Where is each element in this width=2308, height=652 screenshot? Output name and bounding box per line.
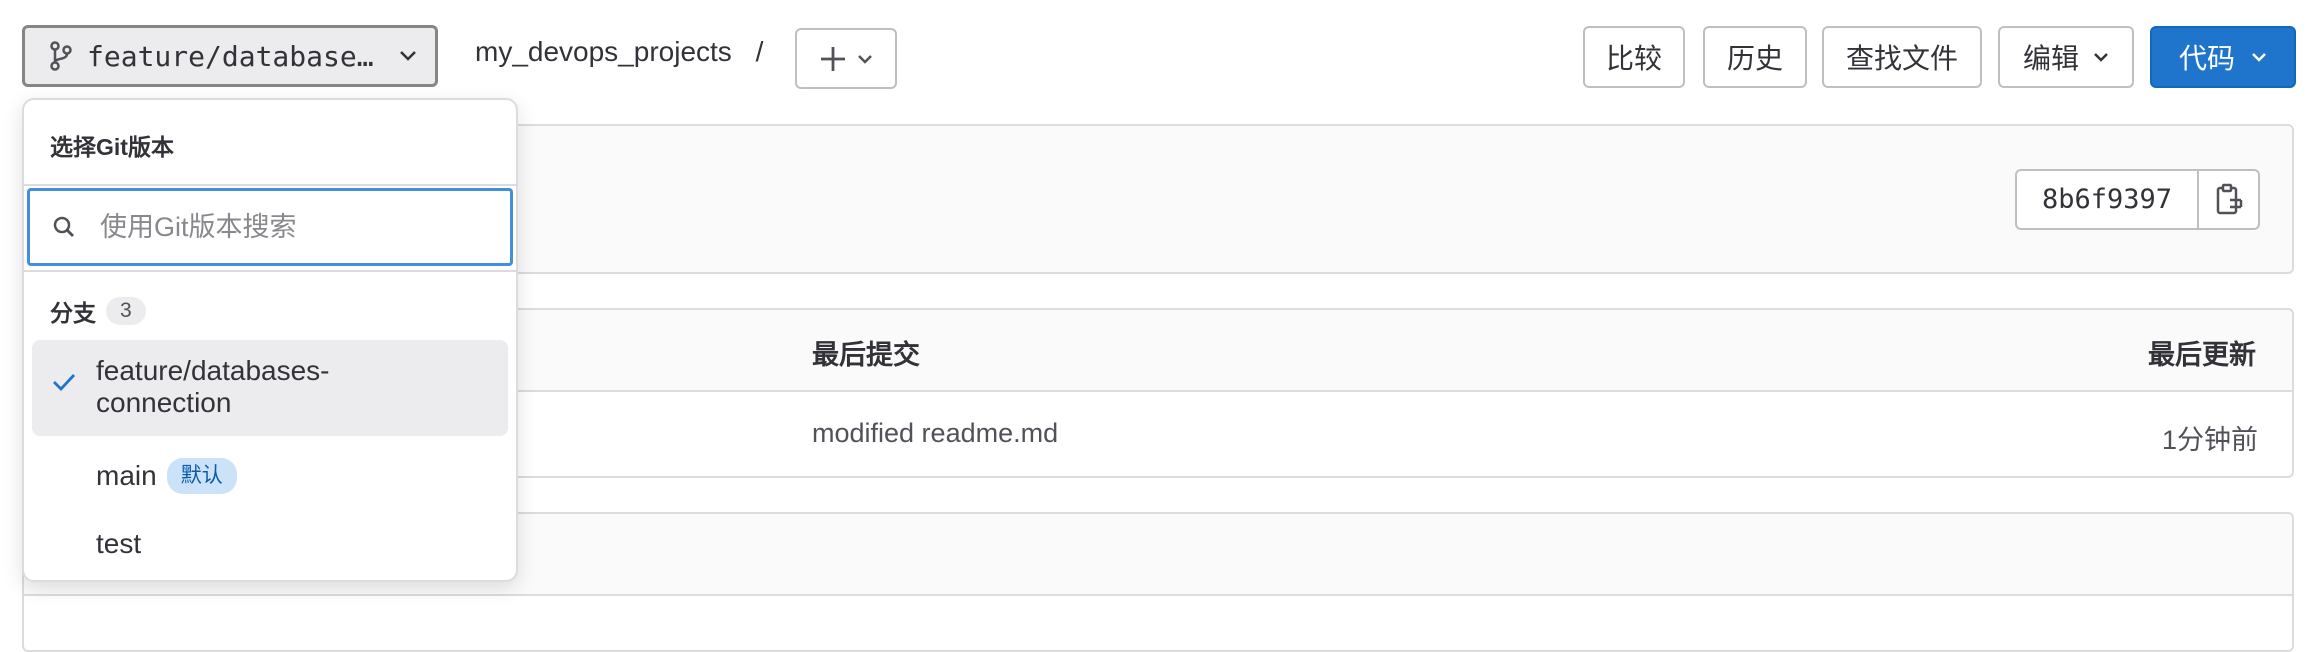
history-button[interactable]: 历史 xyxy=(1703,26,1807,88)
chevron-down-icon xyxy=(2251,52,2267,62)
column-header-last-commit: 最后提交 xyxy=(812,340,920,370)
compare-button-label: 比较 xyxy=(1605,43,1662,74)
branch-selector-label: feature/database… xyxy=(87,39,374,73)
chevron-down-icon xyxy=(857,54,873,64)
dropdown-title: 选择Git版本 xyxy=(50,134,174,160)
branch-item-feature-databases-connection[interactable]: feature/databases- connection xyxy=(32,340,508,436)
compare-button[interactable]: 比较 xyxy=(1583,26,1685,88)
branch-group-header: 分支 3 xyxy=(50,294,146,328)
branch-item-main[interactable]: main 默认 xyxy=(32,444,508,506)
find-file-button[interactable]: 查找文件 xyxy=(1822,26,1982,88)
ref-search-input[interactable] xyxy=(98,210,482,244)
copy-icon xyxy=(2214,183,2244,217)
branch-item-test[interactable]: test xyxy=(32,514,508,576)
check-icon xyxy=(52,372,76,392)
row-updated-time: 1分钟前 xyxy=(2162,425,2259,455)
branch-group-label: 分支 xyxy=(50,300,96,326)
edit-dropdown-button[interactable]: 编辑 xyxy=(1998,26,2134,88)
breadcrumb-project-link[interactable]: my_devops_projects xyxy=(475,36,732,67)
add-to-tree-button[interactable] xyxy=(795,28,897,89)
chevron-down-icon xyxy=(2093,52,2109,62)
code-dropdown-button[interactable]: 代码 xyxy=(2150,26,2296,88)
copy-sha-button[interactable] xyxy=(2199,171,2258,228)
divider xyxy=(24,184,516,186)
history-button-label: 历史 xyxy=(1726,43,1783,74)
find-file-button-label: 查找文件 xyxy=(1845,43,1958,74)
branch-name: test xyxy=(96,528,142,559)
branch-count-badge: 3 xyxy=(106,297,146,325)
branch-name-line: feature/databases- xyxy=(96,355,330,386)
commit-sha-group: 8b6f9397 xyxy=(2015,169,2260,230)
ref-search-box xyxy=(27,188,513,266)
plus-icon xyxy=(819,45,847,73)
ref-selector-dropdown: 选择Git版本 分支 3 feature/databases- connecti… xyxy=(22,98,518,582)
column-header-last-update: 最后更新 xyxy=(2148,340,2256,370)
code-button-label: 代码 xyxy=(2178,43,2235,74)
edit-button-label: 编辑 xyxy=(2022,43,2079,74)
breadcrumb-separator: / xyxy=(755,36,764,67)
branch-icon xyxy=(49,41,73,71)
default-branch-badge: 默认 xyxy=(166,458,237,494)
commit-sha[interactable]: 8b6f9397 xyxy=(2017,171,2199,228)
chevron-down-icon xyxy=(399,50,417,62)
branch-name: main xyxy=(96,460,157,491)
branch-selector-button[interactable]: feature/database… xyxy=(22,25,438,87)
row-commit-message-link[interactable]: modified readme.md xyxy=(812,418,1058,449)
branch-name-line: connection xyxy=(96,387,232,418)
search-icon xyxy=(52,215,76,239)
divider xyxy=(24,270,516,272)
breadcrumb: my_devops_projects / xyxy=(475,36,763,68)
